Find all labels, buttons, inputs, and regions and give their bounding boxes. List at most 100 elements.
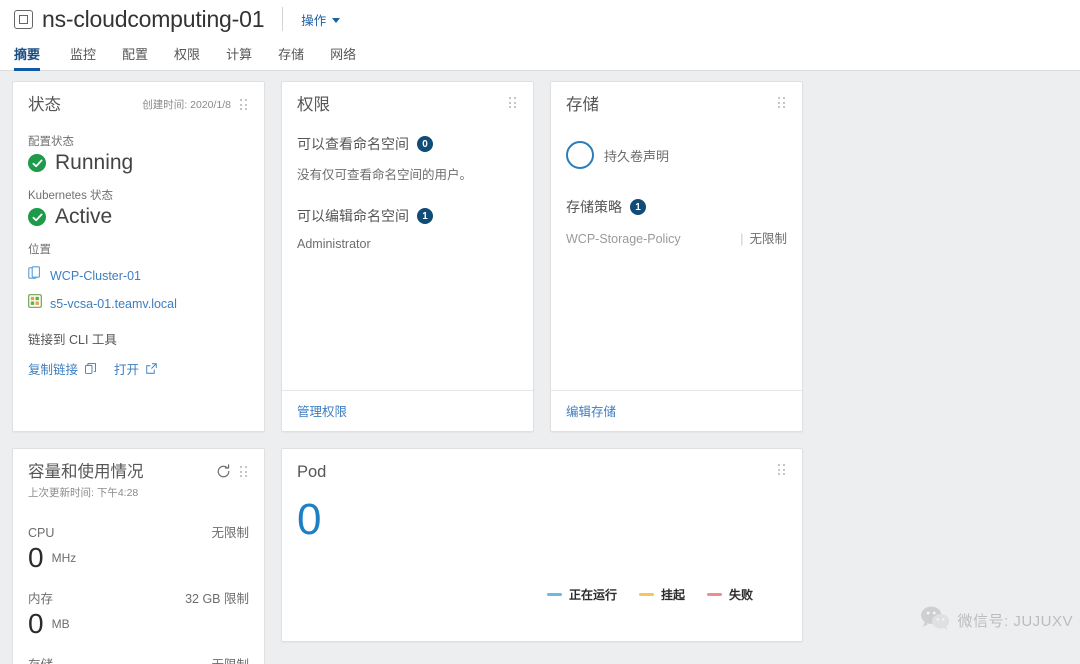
drag-handle-icon[interactable]: [778, 464, 787, 476]
permissions-card: 权限 可以查看命名空间 0 没有仅可查看命名空间的用户。 可以编辑命名空间 1 …: [281, 81, 534, 432]
legend-item-running[interactable]: 正在运行: [546, 586, 617, 603]
config-status-value: Running: [55, 151, 134, 174]
copy-icon[interactable]: [85, 363, 96, 374]
drag-handle-icon[interactable]: [778, 97, 787, 109]
tab-bar: 摘要 监控 配置 权限 计算 存储 网络: [0, 38, 1080, 71]
storage-policy-item: WCP-Storage-Policy | 无限制: [566, 232, 787, 246]
metric-unit-cpu: MHz: [51, 551, 77, 565]
legend-item-pending[interactable]: 挂起: [638, 586, 685, 603]
metric-value-cpu: 0 MHz: [28, 544, 249, 572]
tab-configure[interactable]: 配置: [109, 44, 161, 70]
page-title: ns-cloudcomputing-01: [42, 5, 265, 32]
tab-permissions[interactable]: 权限: [161, 44, 213, 70]
location-cluster-row: WCP-Cluster-01: [28, 266, 249, 285]
tab-compute[interactable]: 计算: [213, 44, 265, 70]
storage-card-footer: 编辑存储: [551, 390, 802, 431]
drag-handle-icon[interactable]: [240, 99, 249, 111]
drag-handle-icon[interactable]: [509, 97, 518, 109]
drag-handle-icon[interactable]: [240, 466, 249, 478]
can-edit-row: 可以编辑命名空间 1: [297, 206, 518, 226]
legend-item-failed[interactable]: 失败: [706, 586, 753, 603]
status-created-time: 创建时间: 2020/1/8: [142, 99, 231, 111]
pod-card-body: 0 正在运行 挂起 失败: [282, 482, 802, 641]
pod-legend: 正在运行 挂起 失败: [297, 586, 787, 603]
metric-row-storage: 存储 无限制: [28, 654, 249, 664]
storage-policy-count-badge: 1: [630, 199, 646, 215]
legend-swatch-failed: [706, 593, 722, 596]
copy-link-button[interactable]: 复制链接: [28, 359, 78, 378]
editor-name: Administrator: [297, 237, 371, 251]
location-label: 位置: [28, 244, 51, 256]
vcenter-icon: [28, 294, 42, 313]
pod-card: Pod 0 正在运行 挂起 失败: [281, 448, 803, 642]
pvc-donut-icon: [566, 141, 594, 169]
metric-number-cpu: 0: [28, 542, 44, 573]
capacity-card-title: 容量和使用情况: [28, 463, 144, 481]
k8s-status-label: Kubernetes 状态: [28, 190, 114, 202]
legend-label-running: 正在运行: [568, 588, 617, 602]
storage-card-header: 存储: [551, 82, 802, 115]
pod-card-header: Pod: [282, 449, 802, 482]
legend-swatch-pending: [638, 593, 654, 596]
storage-policy-heading: 存储策略: [566, 199, 622, 215]
manage-permissions-link[interactable]: 管理权限: [297, 405, 347, 419]
cluster-icon: [28, 266, 42, 285]
permissions-card-title: 权限: [297, 96, 330, 114]
external-link-icon[interactable]: [146, 363, 157, 374]
namespace-icon: [14, 9, 33, 29]
permissions-card-header: 权限: [282, 82, 533, 115]
metric-number-memory: 0: [28, 608, 44, 639]
vcenter-link[interactable]: s5-vcsa-01.teamv.local: [50, 297, 177, 311]
config-status-row: Running: [28, 151, 249, 175]
cluster-link[interactable]: WCP-Cluster-01: [50, 269, 141, 283]
edit-storage-link[interactable]: 编辑存储: [566, 405, 616, 419]
storage-card-body: 持久卷声明 存储策略 1 WCP-Storage-Policy | 无限制: [551, 115, 802, 390]
storage-card: 存储 持久卷声明 存储策略 1 WCP-Storage-Policy | 无限制 …: [550, 81, 803, 432]
no-view-users-text: 没有仅可查看命名空间的用户。: [297, 168, 473, 182]
k8s-status-value: Active: [55, 205, 113, 228]
pvc-label: 持久卷声明: [604, 148, 670, 164]
tab-storage[interactable]: 存储: [265, 44, 317, 70]
storage-policy-name: WCP-Storage-Policy: [566, 232, 681, 246]
open-link-button[interactable]: 打开: [114, 359, 139, 378]
metric-unit-memory: MB: [51, 617, 70, 631]
metric-limit-memory: 32 GB 限制: [185, 592, 249, 606]
metric-limit-cpu: 无限制: [211, 526, 249, 540]
cli-links-row: 复制链接 打开: [28, 359, 249, 378]
metric-row-memory: 内存 32 GB 限制: [28, 588, 249, 607]
page-header: ns-cloudcomputing-01 操作: [0, 0, 1080, 38]
can-view-row: 可以查看命名空间 0: [297, 134, 518, 154]
can-edit-count-badge: 1: [417, 208, 433, 224]
capacity-card-header: 容量和使用情况 上次更新时间: 下午4:28: [13, 449, 264, 500]
legend-swatch-running: [546, 593, 562, 596]
pvc-row: 持久卷声明: [566, 141, 787, 169]
storage-policy-limit: 无限制: [749, 232, 787, 246]
capacity-card-body: CPU 无限制 0 MHz 内存 32 GB 限制 0 MB 存储 无限制 0 …: [13, 500, 264, 664]
pod-card-title: Pod: [297, 463, 327, 481]
cli-tools-heading: 链接到 CLI 工具: [28, 333, 117, 347]
can-view-label: 可以查看命名空间: [297, 136, 409, 152]
status-card-title: 状态: [28, 96, 61, 114]
tab-monitor[interactable]: 监控: [57, 44, 109, 70]
actions-menu-label: 操作: [301, 13, 327, 28]
header-divider: [282, 7, 284, 31]
k8s-status-row: Active: [28, 205, 249, 229]
actions-menu[interactable]: 操作: [301, 10, 341, 29]
chevron-down-icon: [332, 17, 341, 23]
capacity-usage-card: 容量和使用情况 上次更新时间: 下午4:28 CPU 无限制 0 MHz 内存: [12, 448, 265, 664]
refresh-icon[interactable]: [216, 464, 231, 479]
metric-name-cpu: CPU: [28, 526, 55, 540]
check-circle-icon: [28, 208, 46, 226]
metric-row-cpu: CPU 无限制: [28, 522, 249, 541]
storage-card-title: 存储: [566, 96, 599, 114]
metric-value-memory: 0 MB: [28, 610, 249, 638]
tab-network[interactable]: 网络: [317, 44, 369, 70]
status-card-header: 状态 创建时间: 2020/1/8: [13, 82, 264, 115]
summary-board: 状态 创建时间: 2020/1/8 配置状态 Running Kubernete…: [0, 71, 1080, 664]
tab-summary[interactable]: 摘要: [14, 44, 53, 71]
metric-limit-storage: 无限制: [211, 654, 249, 664]
metric-name-storage: 存储: [28, 654, 53, 664]
metric-name-memory: 内存: [28, 592, 54, 606]
location-vcenter-row: s5-vcsa-01.teamv.local: [28, 294, 249, 313]
permissions-card-body: 可以查看命名空间 0 没有仅可查看命名空间的用户。 可以编辑命名空间 1 Adm…: [282, 115, 533, 390]
